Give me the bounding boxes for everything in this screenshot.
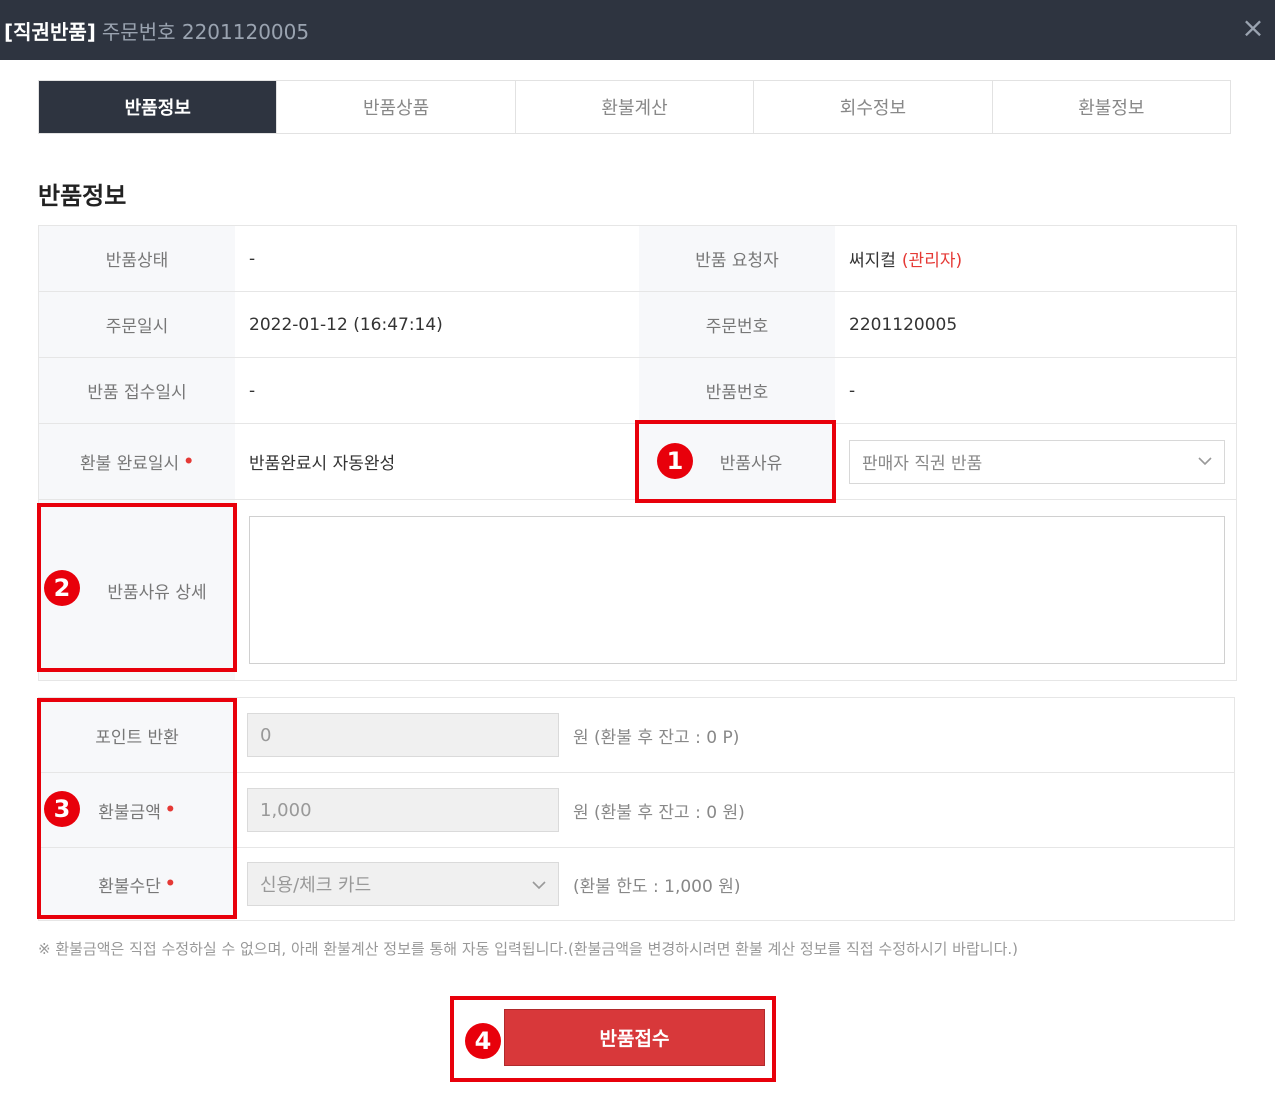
- return-number-value: -: [849, 380, 856, 401]
- tab-return-items[interactable]: 반품상품: [277, 81, 516, 133]
- refund-footnote: ※ 환불금액은 직접 수정하실 수 없으며, 아래 환불계산 정보를 통해 자동…: [38, 940, 1019, 958]
- required-mark: •: [164, 874, 176, 894]
- refund-complete-value: 반품완료시 자동완성: [249, 454, 396, 474]
- return-reason-selected: 판매자 직권 반품: [862, 454, 983, 474]
- refund-complete-label-text: 환불 완료일시: [79, 454, 180, 474]
- return-reason-label-text: 반품사유: [719, 454, 783, 474]
- refund-method-label-text: 환불수단: [98, 876, 161, 897]
- window-title: [직권반품] 주문번호 2201120005: [4, 16, 309, 45]
- return-reason-select[interactable]: 판매자 직권 반품: [849, 439, 1225, 484]
- order-number-label: 주문번호: [639, 292, 835, 357]
- return-number-label: 반품번호: [639, 358, 835, 423]
- table-row: 반품 접수일시 - 반품번호 -: [39, 358, 1236, 424]
- requester-label: 반품 요청자: [639, 226, 835, 291]
- chevron-down-icon: [1198, 454, 1212, 470]
- return-status-value: -: [249, 248, 256, 269]
- title-bar: [직권반품] 주문번호 2201120005 ×: [0, 0, 1275, 60]
- refund-complete-label: 환불 완료일시 •: [39, 424, 235, 499]
- window-subtitle: 주문번호 2201120005: [101, 20, 310, 44]
- annotation-badge-2: 2: [44, 570, 80, 606]
- table-row: 반품상태 - 반품 요청자 써지컬 (관리자): [39, 226, 1236, 292]
- point-return-label: 포인트 반환: [39, 698, 235, 772]
- annotation-badge-4: 4: [465, 1023, 501, 1059]
- required-mark: •: [164, 800, 176, 820]
- requester-value: 써지컬 (관리자): [835, 226, 1236, 291]
- return-reason-detail-label-text: 반품사유 상세: [107, 582, 207, 603]
- return-status-label: 반품상태: [39, 226, 235, 291]
- return-reason-cell: 판매자 직권 반품: [835, 424, 1236, 499]
- refund-method-selected: 신용/체크 카드: [260, 875, 372, 896]
- refund-amount-note: 원 (환불 후 잔고 : 0 원): [573, 802, 745, 823]
- refund-method-label: 환불수단 •: [39, 848, 235, 920]
- order-number-value: 2201120005: [849, 314, 958, 335]
- submit-return-button[interactable]: 반품접수: [504, 1009, 765, 1066]
- refund-method-note: (환불 한도 : 1,000 원): [573, 876, 741, 897]
- refund-method-cell: 신용/체크 카드 (환불 한도 : 1,000 원): [235, 848, 1234, 920]
- return-info-table: 반품상태 - 반품 요청자 써지컬 (관리자) 주문일시 2022-01-12 (…: [38, 225, 1237, 681]
- annotation-badge-1: 1: [657, 443, 693, 479]
- tab-refund-info[interactable]: 환불정보: [992, 81, 1231, 133]
- section-title: 반품정보: [38, 182, 127, 210]
- point-return-input[interactable]: 0: [247, 713, 559, 757]
- window-title-label: [직권반품]: [4, 20, 96, 44]
- required-mark: •: [183, 451, 195, 472]
- tab-return-info[interactable]: 반품정보: [39, 81, 278, 133]
- receipt-date-label: 반품 접수일시: [39, 358, 235, 423]
- return-reason-detail-cell: [235, 500, 1236, 680]
- refund-method-select[interactable]: 신용/체크 카드: [247, 862, 559, 906]
- refund-amount-label-text: 환불금액: [98, 802, 161, 823]
- return-reason-detail-textarea[interactable]: [249, 516, 1225, 664]
- point-return-cell: 0 원 (환불 후 잔고 : 0 P): [235, 698, 1234, 772]
- tab-bar: 반품정보 반품상품 환불계산 회수정보 환불정보: [38, 80, 1231, 134]
- requester-name: 써지컬: [849, 251, 896, 271]
- table-row: 주문일시 2022-01-12 (16:47:14) 주문번호 22011200…: [39, 292, 1236, 358]
- receipt-date-value: -: [249, 380, 256, 401]
- point-return-note: 원 (환불 후 잔고 : 0 P): [573, 727, 740, 748]
- table-row: 환불금액 • 1,000 원 (환불 후 잔고 : 0 원): [39, 773, 1234, 848]
- refund-amount-input[interactable]: 1,000: [247, 788, 559, 832]
- requester-role: (관리자): [901, 251, 963, 271]
- refund-amount-cell: 1,000 원 (환불 후 잔고 : 0 원): [235, 773, 1234, 847]
- table-row: 환불 완료일시 • 반품완료시 자동완성 반품사유 판매자 직권 반품: [39, 424, 1236, 500]
- annotation-badge-3: 3: [44, 791, 80, 827]
- table-row: 포인트 반환 0 원 (환불 후 잔고 : 0 P): [39, 698, 1234, 773]
- table-row: 반품사유 상세: [39, 500, 1236, 680]
- order-date-label: 주문일시: [39, 292, 235, 357]
- refund-table: 포인트 반환 0 원 (환불 후 잔고 : 0 P) 환불금액 • 1,000 원…: [38, 697, 1235, 921]
- tab-refund-calculation[interactable]: 환불계산: [515, 81, 755, 133]
- chevron-down-icon: [532, 874, 546, 895]
- table-row: 환불수단 • 신용/체크 카드 (환불 한도 : 1,000 원): [39, 848, 1234, 920]
- order-date-value: 2022-01-12 (16:47:14): [249, 314, 443, 335]
- close-icon[interactable]: ×: [1237, 10, 1269, 44]
- tab-pickup-info[interactable]: 회수정보: [754, 81, 993, 133]
